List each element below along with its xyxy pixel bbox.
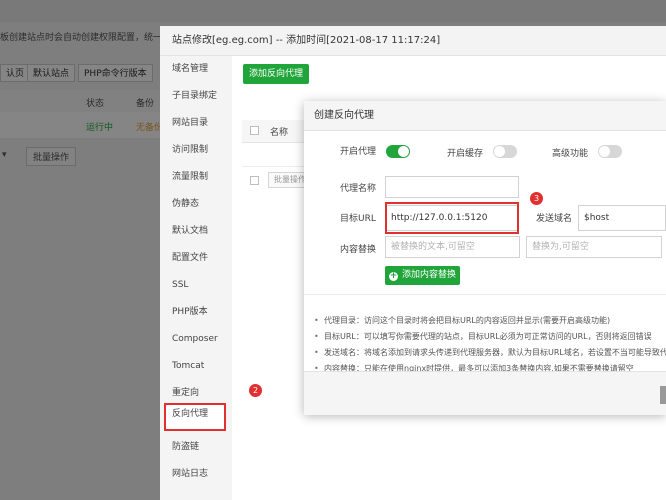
content-replace-label: 内容替换 xyxy=(340,245,377,255)
toggle-knob xyxy=(599,146,610,157)
target-url-label: 目标URL xyxy=(340,214,376,224)
enable-cache-label: 开启缓存 xyxy=(447,149,484,159)
annotation-badge-3: 3 xyxy=(530,192,543,205)
sidebar-item-domain[interactable]: 域名管理 xyxy=(164,58,226,80)
name-header: 名称 xyxy=(270,128,289,138)
dialog-footer xyxy=(304,371,666,415)
site-window-title: 站点修改[eg.eg.com] -- 添加时间[2021-08-17 11:17… xyxy=(160,26,666,56)
note-item: 代理目录：访问这个目录时将会把目标URL的内容返回并显示(需要开启高级功能) xyxy=(314,313,666,329)
proxy-name-label: 代理名称 xyxy=(340,184,377,194)
batch-checkbox[interactable] xyxy=(250,176,259,185)
add-content-replace-label: 添加内容替换 xyxy=(401,270,456,280)
sidebar-item-site-log[interactable]: 网站日志 xyxy=(164,463,226,485)
sidebar-item-php-version[interactable]: PHP版本 xyxy=(164,301,226,323)
site-sidebar: 域名管理 子目录绑定 网站目录 访问限制 流量限制 伪静态 默认文档 配置文件 … xyxy=(160,56,233,500)
sidebar-item-hotlink[interactable]: 防盗链 xyxy=(164,436,226,458)
toggle-knob xyxy=(398,146,409,157)
sidebar-item-subdirectory[interactable]: 子目录绑定 xyxy=(164,85,226,107)
sidebar-item-site-directory[interactable]: 网站目录 xyxy=(164,112,226,134)
sidebar-item-access-limit[interactable]: 访问限制 xyxy=(164,139,226,161)
sidebar-item-traffic-limit[interactable]: 流量限制 xyxy=(164,166,226,188)
sidebar-item-redirect[interactable]: 重定向 xyxy=(164,382,226,404)
select-all-checkbox[interactable] xyxy=(250,126,259,135)
dialog-title: 创建反向代理 xyxy=(304,101,666,131)
watermark: 知乎 @ xyxy=(598,456,665,480)
create-reverse-proxy-dialog: 创建反向代理 开启代理 开启缓存 高级功能 代理名称 目标URL http://… xyxy=(304,101,666,415)
advanced-toggle[interactable] xyxy=(598,145,622,158)
note-item: 发送域名：将域名添加到请求头传递到代理服务器，默认为目标URL域名，若设置不当可… xyxy=(314,345,666,361)
replace-to-input[interactable]: 替换为,可留空 xyxy=(526,236,662,258)
footer-button-edge[interactable] xyxy=(660,386,666,404)
add-content-replace-button[interactable]: + 添加内容替换 xyxy=(385,266,460,285)
enable-proxy-toggle[interactable] xyxy=(386,145,410,158)
send-domain-input[interactable]: $host xyxy=(578,205,666,231)
enable-proxy-label: 开启代理 xyxy=(340,147,377,157)
add-reverse-proxy-button[interactable]: 添加反向代理 xyxy=(243,64,309,84)
sidebar-item-tomcat[interactable]: Tomcat xyxy=(164,355,226,377)
note-item: 目标URL：可以填写你需要代理的站点，目标URL必须为可正常访问的URL，否则将… xyxy=(314,329,666,345)
sidebar-item-composer[interactable]: Composer xyxy=(164,328,226,350)
sidebar-item-ssl[interactable]: SSL xyxy=(164,274,226,296)
advanced-label: 高级功能 xyxy=(552,149,589,159)
plus-icon: + xyxy=(388,271,398,281)
sidebar-item-reverse-proxy[interactable]: 反向代理 xyxy=(164,403,226,431)
sidebar-item-config-file[interactable]: 配置文件 xyxy=(164,247,226,269)
enable-cache-toggle[interactable] xyxy=(493,145,517,158)
dialog-divider xyxy=(304,294,666,295)
proxy-name-input[interactable] xyxy=(385,176,519,198)
send-domain-label: 发送域名 xyxy=(536,214,573,224)
sidebar-item-default-doc[interactable]: 默认文档 xyxy=(164,220,226,242)
annotation-badge-2: 2 xyxy=(249,384,262,397)
sidebar-item-rewrite[interactable]: 伪静态 xyxy=(164,193,226,215)
replace-from-input[interactable]: 被替换的文本,可留空 xyxy=(385,236,520,258)
help-notes: 代理目录：访问这个目录时将会把目标URL的内容返回并显示(需要开启高级功能) 目… xyxy=(314,313,666,377)
target-url-highlight xyxy=(385,202,519,234)
toggle-knob xyxy=(494,146,505,157)
